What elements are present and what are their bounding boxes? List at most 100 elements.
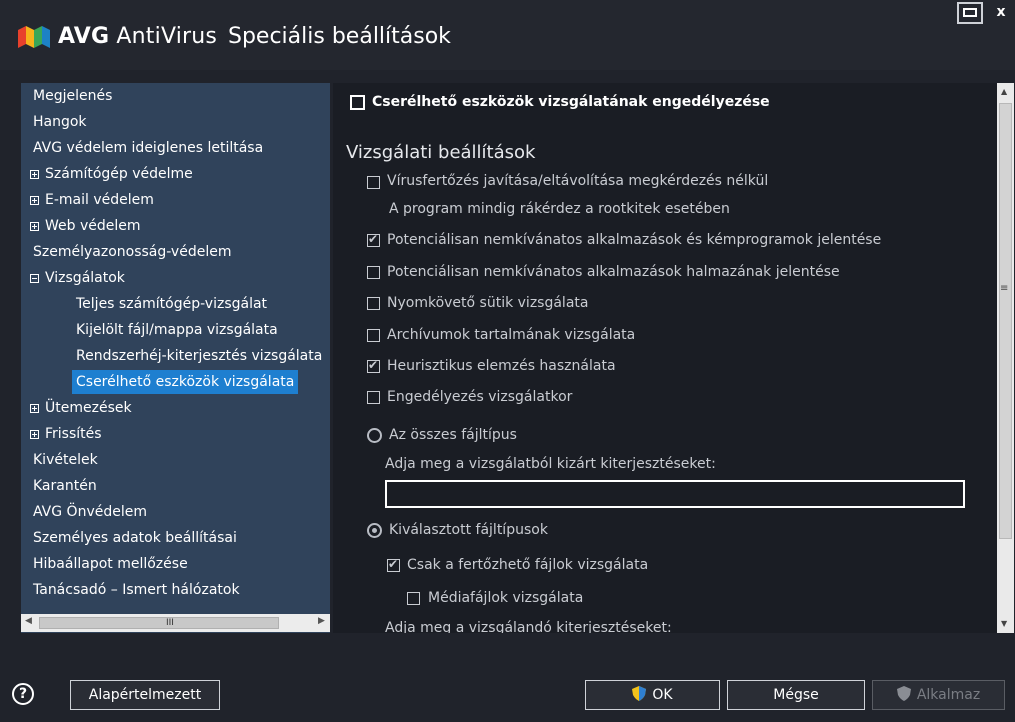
expand-icon[interactable] [30, 404, 39, 413]
ok-button[interactable]: OK [585, 680, 720, 710]
tree-item[interactable]: AVG védelem ideiglenes letiltása [33, 136, 263, 160]
collapse-icon[interactable] [30, 274, 39, 283]
expand-icon[interactable] [30, 196, 39, 205]
tree-item[interactable]: Rendszerhéj-kiterjesztés vizsgálata [76, 344, 322, 368]
tree-item-label: Frissítés [45, 426, 102, 442]
tree-item-label: Vizsgálatok [45, 270, 125, 286]
app-brand: AVG AntiVirus [58, 24, 217, 49]
tree-item[interactable]: Ütemezések [30, 396, 132, 420]
tree-item-label: Cserélhető eszközök vizsgálata [76, 374, 295, 390]
option-label-enable-on-scan[interactable]: Engedélyezés vizsgálatkor [387, 389, 572, 405]
tree-item[interactable]: Vizsgálatok [30, 266, 125, 290]
tree-item[interactable]: Hibaállapot mellőzése [33, 552, 188, 576]
scroll-thumb[interactable]: III [39, 617, 279, 629]
tree-item[interactable]: Cserélhető eszközök vizsgálata [72, 370, 299, 394]
exclude-extensions-input[interactable] [385, 480, 965, 508]
tree-item-label: Tanácsadó – Ismert hálózatok [33, 582, 240, 598]
radio-all-file-types-label[interactable]: Az összes fájltípus [389, 427, 517, 443]
panel-vertical-scrollbar[interactable]: ▲ ≡ ▼ [997, 83, 1014, 633]
close-button[interactable]: x [989, 2, 1013, 24]
tree-item[interactable]: Frissítés [30, 422, 102, 446]
option-checkbox-enable-on-scan[interactable] [367, 391, 380, 404]
media-files-label[interactable]: Médiafájlok vizsgálata [428, 590, 583, 606]
scroll-grip: III [166, 618, 174, 628]
scroll-down-icon[interactable]: ▼ [1001, 619, 1007, 628]
option-label-pup[interactable]: Potenciálisan nemkívánatos alkalmazások … [387, 232, 881, 248]
tree-item[interactable]: AVG Önvédelem [33, 500, 147, 524]
tree-item-label: Rendszerhéj-kiterjesztés vizsgálata [76, 348, 323, 364]
tree-item-label: Ütemezések [45, 400, 132, 416]
scroll-right-icon[interactable]: ▶ [318, 616, 325, 626]
tree-item[interactable]: Tanácsadó – Ismert hálózatok [33, 578, 240, 602]
shield-disabled-icon [896, 686, 911, 701]
tree-item-label: Hangok [33, 114, 87, 130]
expand-icon[interactable] [30, 170, 39, 179]
tree-item[interactable]: Megjelenés [33, 84, 112, 108]
tree-item-label: Web védelem [45, 218, 141, 234]
option-label-cookies[interactable]: Nyomkövető sütik vizsgálata [387, 295, 588, 311]
radio-selected-file-types[interactable] [367, 523, 382, 538]
include-extensions-label: Adja meg a vizsgálandó kiterjesztéseket: [385, 620, 672, 633]
avg-logo-icon [18, 26, 50, 48]
shield-icon [632, 686, 647, 701]
option-checkbox-pup-set[interactable] [367, 266, 380, 279]
infectable-only-label[interactable]: Csak a fertőzhető fájlok vizsgálata [407, 557, 648, 573]
option-label-pup-set[interactable]: Potenciálisan nemkívánatos alkalmazások … [387, 264, 840, 280]
vscroll-thumb[interactable] [999, 103, 1012, 539]
option-checkbox-heuristics[interactable] [367, 358, 380, 373]
media-files-checkbox[interactable] [407, 592, 420, 605]
option-label-repair[interactable]: Vírusfertőzés javítása/eltávolítása megk… [387, 173, 768, 189]
option-checkbox-cookies[interactable] [367, 297, 380, 310]
tree-item[interactable]: Web védelem [30, 214, 141, 238]
tree-item[interactable]: Személyes adatok beállításai [33, 526, 237, 550]
option-label-archives[interactable]: Archívumok tartalmának vizsgálata [387, 327, 635, 343]
infectable-only-checkbox[interactable] [387, 557, 400, 572]
tree-horizontal-scrollbar[interactable]: ◀ III ▶ [21, 614, 330, 632]
radio-all-file-types[interactable] [367, 428, 382, 443]
section-heading: Vizsgálati beállítások [346, 142, 536, 163]
tree-item-label: Kivételek [33, 452, 98, 468]
exclude-extensions-label: Adja meg a vizsgálatból kizárt kiterjesz… [385, 456, 716, 472]
expand-icon[interactable] [30, 430, 39, 439]
radio-selected-file-types-label[interactable]: Kiválasztott fájltípusok [389, 522, 548, 538]
tree-item-label: Karantén [33, 478, 97, 494]
tree-item-label: AVG Önvédelem [33, 504, 147, 520]
rootkit-note: A program mindig rákérdez a rootkitek es… [389, 201, 730, 217]
help-icon[interactable]: ? [12, 683, 34, 705]
tree-item[interactable]: Számítógép védelme [30, 162, 193, 186]
tree-item-label: E-mail védelem [45, 192, 154, 208]
scroll-up-icon[interactable]: ▲ [1001, 87, 1007, 96]
cancel-button[interactable]: Mégse [727, 680, 865, 710]
option-label-heuristics[interactable]: Heurisztikus elemzés használata [387, 358, 616, 374]
defaults-button[interactable]: Alapértelmezett [70, 680, 220, 710]
apply-button[interactable]: Alkalmaz [872, 680, 1005, 710]
option-checkbox-repair[interactable] [367, 176, 380, 189]
enable-removable-scan-checkbox[interactable] [350, 95, 365, 110]
tree-item[interactable]: E-mail védelem [30, 188, 154, 212]
brand-bold: AVG [58, 24, 110, 49]
brand-rest: AntiVirus [109, 24, 218, 49]
window-title: Speciális beállítások [228, 24, 451, 49]
tree-item-label: AVG védelem ideiglenes letiltása [33, 140, 264, 156]
enable-removable-scan-label[interactable]: Cserélhető eszközök vizsgálatának engedé… [372, 94, 770, 110]
title-bar: AVG AntiVirus Speciális beállítások x [0, 0, 1015, 70]
scroll-left-icon[interactable]: ◀ [25, 616, 32, 626]
option-checkbox-pup[interactable] [367, 232, 380, 247]
tree-item-label: Kijelölt fájl/mappa vizsgálata [76, 322, 278, 338]
tree-item-label: Megjelenés [33, 88, 113, 104]
tree-item[interactable]: Kivételek [33, 448, 98, 472]
option-checkbox-archives[interactable] [367, 329, 380, 342]
tree-item-label: Teljes számítógép-vizsgálat [76, 296, 268, 312]
tree-item[interactable]: Hangok [33, 110, 87, 134]
tree-item[interactable]: Kijelölt fájl/mappa vizsgálata [76, 318, 278, 342]
tree-item[interactable]: Teljes számítógép-vizsgálat [76, 292, 267, 316]
close-icon: x [996, 4, 1006, 20]
tree-item-label: Hibaállapot mellőzése [33, 556, 188, 572]
vscroll-grip-icon: ≡ [1000, 283, 1009, 294]
tree-item[interactable]: Karantén [33, 474, 97, 498]
ok-label: OK [652, 687, 673, 703]
expand-icon[interactable] [30, 222, 39, 231]
tree-item[interactable]: Személyazonosság-védelem [33, 240, 231, 264]
maximize-button[interactable] [957, 2, 983, 24]
apply-label: Alkalmaz [916, 687, 981, 703]
